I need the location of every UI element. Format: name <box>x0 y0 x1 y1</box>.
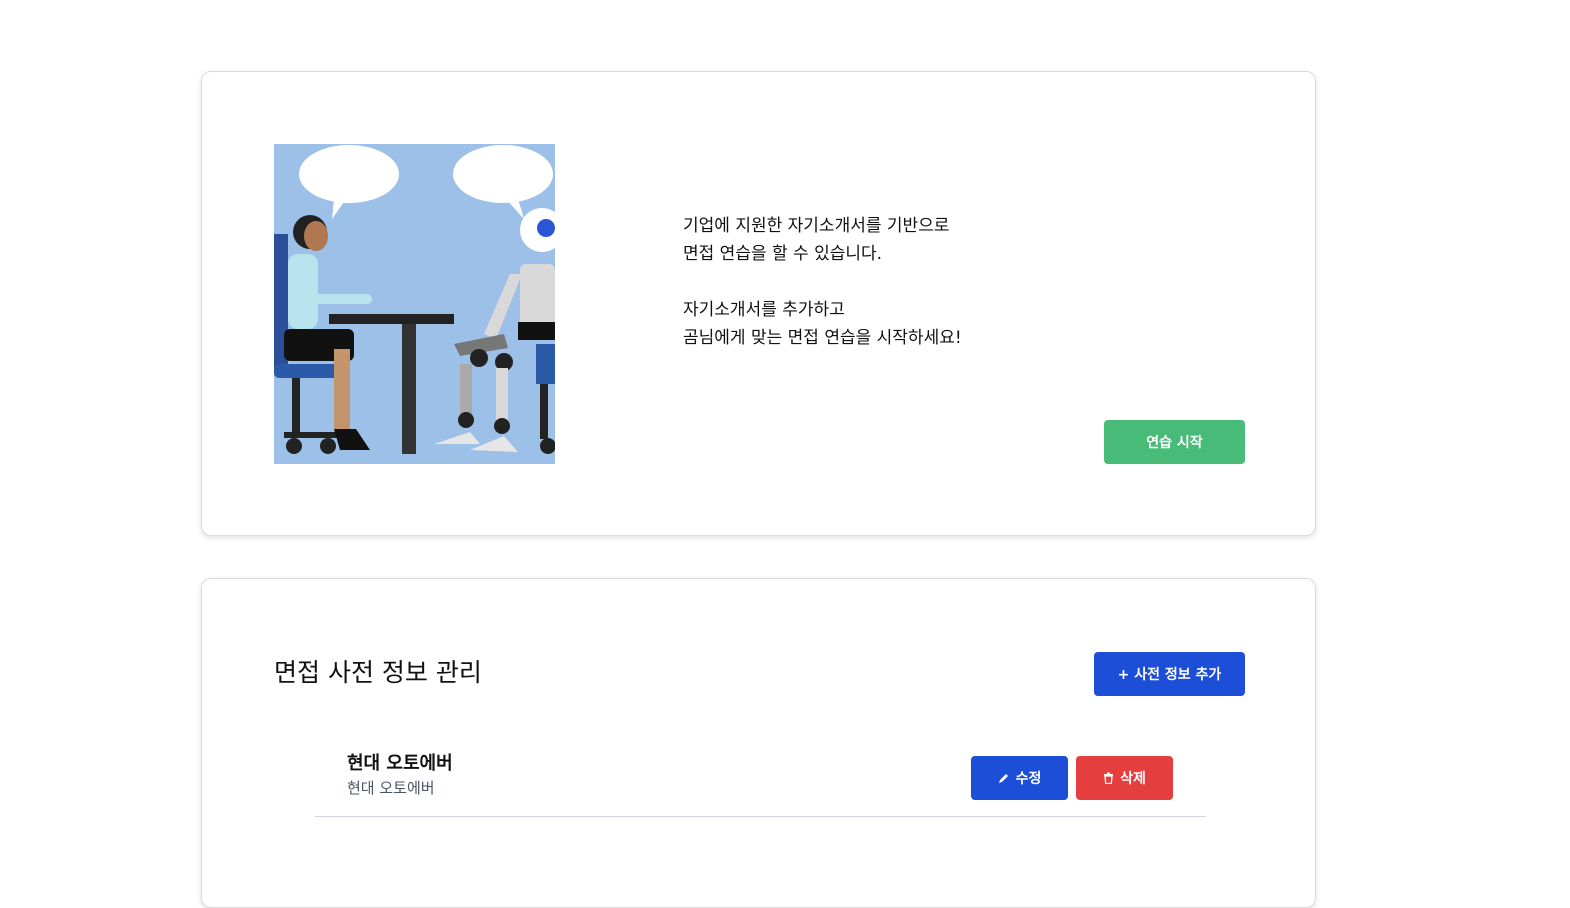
section-title: 면접 사전 정보 관리 <box>274 658 482 687</box>
intro-line-4: 곰님에게 맞는 면접 연습을 시작하세요! <box>683 328 962 348</box>
pencil-icon <box>998 772 1010 784</box>
start-practice-label: 연습 시작 <box>1146 435 1203 451</box>
intro-description: 기업에 지원한 자기소개서를 기반으로 면접 연습을 할 수 있습니다. 자기소… <box>683 212 962 352</box>
start-practice-button[interactable]: 연습 시작 <box>1104 420 1245 464</box>
entry-subtitle: 현대 오토에버 <box>347 779 435 797</box>
edit-label: 수정 <box>1015 771 1042 787</box>
manage-card: 면접 사전 정보 관리 + 사전 정보 추가 현대 오토에버 현대 오토에버 수… <box>201 578 1316 908</box>
intro-line-1: 기업에 지원한 자기소개서를 기반으로 <box>683 216 950 236</box>
intro-card: 기업에 지원한 자기소개서를 기반으로 면접 연습을 할 수 있습니다. 자기소… <box>201 71 1316 536</box>
add-info-label: + 사전 정보 추가 <box>1117 667 1222 683</box>
add-info-button[interactable]: + 사전 정보 추가 <box>1094 652 1245 696</box>
intro-line-2: 면접 연습을 할 수 있습니다. <box>683 244 883 264</box>
intro-line-3: 자기소개서를 추가하고 <box>683 300 845 320</box>
trash-icon <box>1103 772 1114 784</box>
interview-illustration <box>274 144 555 464</box>
divider <box>315 816 1206 817</box>
edit-button[interactable]: 수정 <box>971 756 1068 800</box>
entry-title: 현대 오토에버 <box>347 753 453 774</box>
delete-button[interactable]: 삭제 <box>1076 756 1173 800</box>
delete-label: 삭제 <box>1120 771 1146 787</box>
